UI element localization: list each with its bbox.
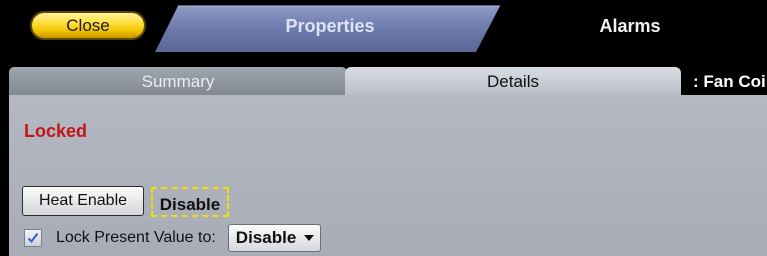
tab-alarms[interactable]: Alarms [560, 16, 700, 37]
checkmark-icon [27, 232, 39, 244]
tab-details[interactable]: Details [345, 67, 681, 96]
lock-present-value-label: Lock Present Value to: [56, 229, 216, 246]
close-button[interactable]: Close [30, 11, 146, 40]
tab-fan-coil[interactable]: : Fan Coi [683, 67, 767, 96]
tab-properties[interactable]: Properties [230, 16, 430, 37]
lock-present-value-row: Lock Present Value to: Disable [24, 224, 322, 252]
heat-enable-button[interactable]: Heat Enable [22, 186, 144, 216]
lock-present-value-checkbox[interactable] [24, 229, 42, 247]
lock-value-select[interactable]: Disable [227, 224, 322, 252]
top-tab-bar: Close Properties Alarms [0, 0, 767, 60]
lock-value-selected: Disable [235, 228, 297, 247]
tab-summary[interactable]: Summary [9, 67, 347, 96]
chevron-down-icon [304, 235, 315, 241]
locked-status: Locked [24, 121, 88, 141]
present-value-display: Disable [151, 187, 229, 217]
